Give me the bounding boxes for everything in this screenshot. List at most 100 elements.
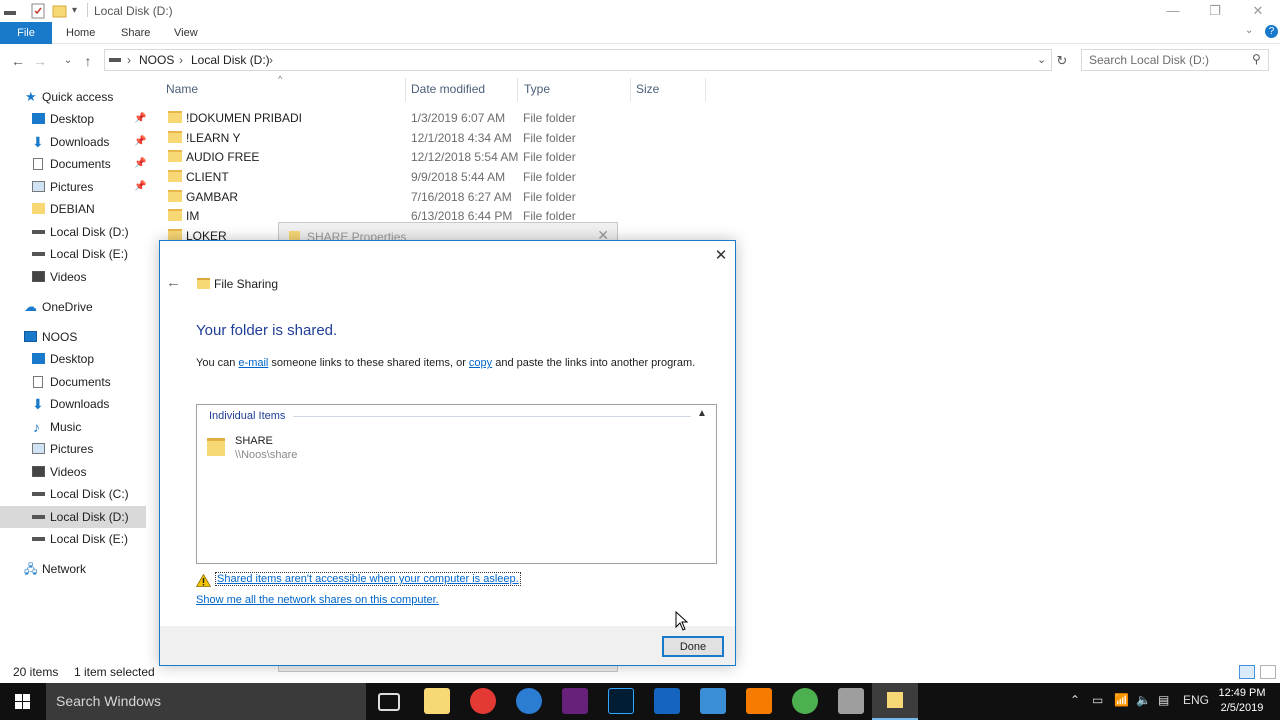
pin-icon[interactable]: 📌: [134, 153, 146, 175]
column-type[interactable]: Type: [524, 82, 550, 100]
nav-noos-downloads[interactable]: ⬇ Downloads: [0, 393, 146, 415]
photoshop-icon[interactable]: [608, 688, 634, 714]
address-dropdown-icon[interactable]: ⌄: [1037, 53, 1046, 66]
column-date-modified[interactable]: Date modified: [411, 82, 485, 100]
search-box[interactable]: ⚲: [1081, 49, 1269, 71]
nav-local-disk-d-quick[interactable]: Local Disk (D:): [0, 221, 146, 243]
input-language[interactable]: ENG: [1183, 693, 1209, 707]
properties-icon[interactable]: [30, 3, 46, 19]
app-icon[interactable]: [838, 688, 864, 714]
minimize-button[interactable]: —: [1158, 2, 1188, 20]
nav-quick-access[interactable]: ★ Quick access: [0, 86, 146, 108]
nav-local-disk-e[interactable]: Local Disk (E:): [0, 528, 146, 550]
nav-downloads[interactable]: ⬇ Downloads 📌: [0, 131, 146, 153]
file-row[interactable]: !DOKUMEN PRIBADI 1/3/2019 6:07 AM File f…: [160, 108, 640, 128]
copy-link[interactable]: copy: [469, 357, 492, 369]
maximize-button[interactable]: ❐: [1200, 2, 1230, 20]
address-bar[interactable]: › NOOS › Local Disk (D:) › ⌄: [104, 49, 1052, 71]
done-button[interactable]: Done: [662, 636, 724, 657]
large-icons-view-icon[interactable]: [1260, 665, 1276, 679]
tab-view[interactable]: View: [166, 22, 206, 44]
sleep-warning-link[interactable]: Shared items aren't accessible when your…: [215, 572, 521, 586]
system-clock[interactable]: 12:49 PM 2/5/2019: [1218, 686, 1266, 716]
new-folder-icon[interactable]: [52, 3, 68, 19]
start-button[interactable]: [0, 683, 46, 720]
details-view-icon[interactable]: [1239, 665, 1255, 679]
column-divider[interactable]: [517, 78, 518, 102]
column-size[interactable]: Size: [636, 82, 659, 100]
nav-noos-music[interactable]: ♪ Music: [0, 416, 146, 438]
taskbar-search[interactable]: Search Windows: [46, 683, 366, 720]
show-hidden-icons-icon[interactable]: ⌃: [1070, 693, 1080, 707]
expand-ribbon-icon[interactable]: ⌄: [1245, 25, 1253, 36]
breadcrumb-separator[interactable]: ›: [179, 53, 183, 67]
column-divider[interactable]: [405, 78, 406, 102]
tab-home[interactable]: Home: [58, 22, 103, 44]
email-link[interactable]: e-mail: [238, 357, 268, 369]
nav-documents[interactable]: Documents 📌: [0, 153, 146, 175]
recent-locations-icon[interactable]: ⌄: [58, 51, 78, 71]
nav-onedrive[interactable]: ☁ OneDrive: [0, 296, 146, 318]
visual-studio-icon[interactable]: [562, 688, 588, 714]
nav-noos-documents[interactable]: Documents: [0, 371, 146, 393]
shared-items-list[interactable]: Individual Items ▲ SHARE \\Noos\share: [196, 404, 717, 564]
file-explorer-active-icon[interactable]: [872, 683, 918, 720]
column-divider[interactable]: [630, 78, 631, 102]
column-name[interactable]: Name: [166, 82, 198, 100]
nav-pictures[interactable]: Pictures 📌: [0, 176, 146, 198]
tab-file[interactable]: File: [0, 22, 52, 44]
search-icon[interactable]: ⚲: [1252, 52, 1261, 66]
app-icon[interactable]: [700, 688, 726, 714]
chrome-icon[interactable]: [792, 688, 818, 714]
file-row[interactable]: AUDIO FREE 12/12/2018 5:54 AM File folde…: [160, 147, 640, 167]
volume-icon[interactable]: 🔈: [1136, 693, 1151, 707]
network-shares-link[interactable]: Show me all the network shares on this c…: [196, 594, 439, 606]
drive-icon[interactable]: [4, 3, 16, 19]
nav-videos-quick[interactable]: Videos: [0, 266, 146, 288]
pin-icon[interactable]: 📌: [134, 108, 146, 130]
nav-noos-videos[interactable]: Videos: [0, 461, 146, 483]
tab-share[interactable]: Share: [113, 22, 158, 44]
pin-icon[interactable]: 📌: [134, 131, 146, 153]
dialog-back-button[interactable]: ←: [166, 274, 181, 291]
task-view-icon[interactable]: [378, 693, 400, 711]
dialog-close-button[interactable]: ✕: [712, 247, 730, 265]
nav-network[interactable]: 🖧 Network: [0, 558, 146, 580]
file-explorer-app-icon[interactable]: [424, 688, 450, 714]
collapse-chevron-icon[interactable]: ▲: [697, 408, 707, 419]
refresh-icon[interactable]: ↻: [1052, 51, 1072, 71]
nav-debian[interactable]: DEBIAN: [0, 198, 146, 220]
nav-local-disk-d[interactable]: Local Disk (D:): [0, 506, 146, 528]
battery-icon[interactable]: ▭: [1092, 693, 1103, 707]
app-icon[interactable]: [516, 688, 542, 714]
breadcrumb-separator[interactable]: ›: [127, 53, 131, 67]
breadcrumb-noos[interactable]: NOOS: [139, 53, 174, 67]
column-divider[interactable]: [705, 78, 706, 102]
network-tray-icon[interactable]: 📶: [1114, 693, 1129, 707]
app-icon[interactable]: [746, 688, 772, 714]
file-row[interactable]: CLIENT 9/9/2018 5:44 AM File folder: [160, 167, 640, 187]
close-button[interactable]: ✕: [1243, 2, 1273, 20]
app-icon[interactable]: [470, 688, 496, 714]
nav-local-disk-e-quick[interactable]: Local Disk (E:): [0, 243, 146, 265]
help-icon[interactable]: ?: [1265, 25, 1278, 38]
file-row[interactable]: GAMBAR 7/16/2018 6:27 AM File folder: [160, 187, 640, 207]
file-row[interactable]: !LEARN Y 12/1/2018 4:34 AM File folder: [160, 128, 640, 148]
back-button[interactable]: ←: [8, 51, 28, 71]
customize-toolbar-icon[interactable]: ▾: [72, 3, 82, 19]
up-button[interactable]: ↑: [78, 51, 98, 71]
nav-noos[interactable]: NOOS: [0, 326, 146, 348]
folder-icon: [207, 438, 225, 456]
pin-icon[interactable]: 📌: [134, 176, 146, 198]
nav-desktop[interactable]: Desktop 📌: [0, 108, 146, 130]
nav-noos-pictures[interactable]: Pictures: [0, 438, 146, 460]
nav-local-disk-c[interactable]: Local Disk (C:): [0, 483, 146, 505]
nav-noos-desktop[interactable]: Desktop: [0, 348, 146, 370]
breadcrumb-local-disk-d[interactable]: Local Disk (D:): [191, 53, 270, 67]
notification-icon[interactable]: ▤: [1158, 693, 1169, 707]
search-input[interactable]: [1082, 50, 1242, 70]
app-icon[interactable]: [654, 688, 680, 714]
forward-button[interactable]: →: [30, 51, 50, 71]
group-header-individual-items[interactable]: Individual Items: [209, 410, 285, 422]
breadcrumb-separator[interactable]: ›: [269, 53, 273, 67]
